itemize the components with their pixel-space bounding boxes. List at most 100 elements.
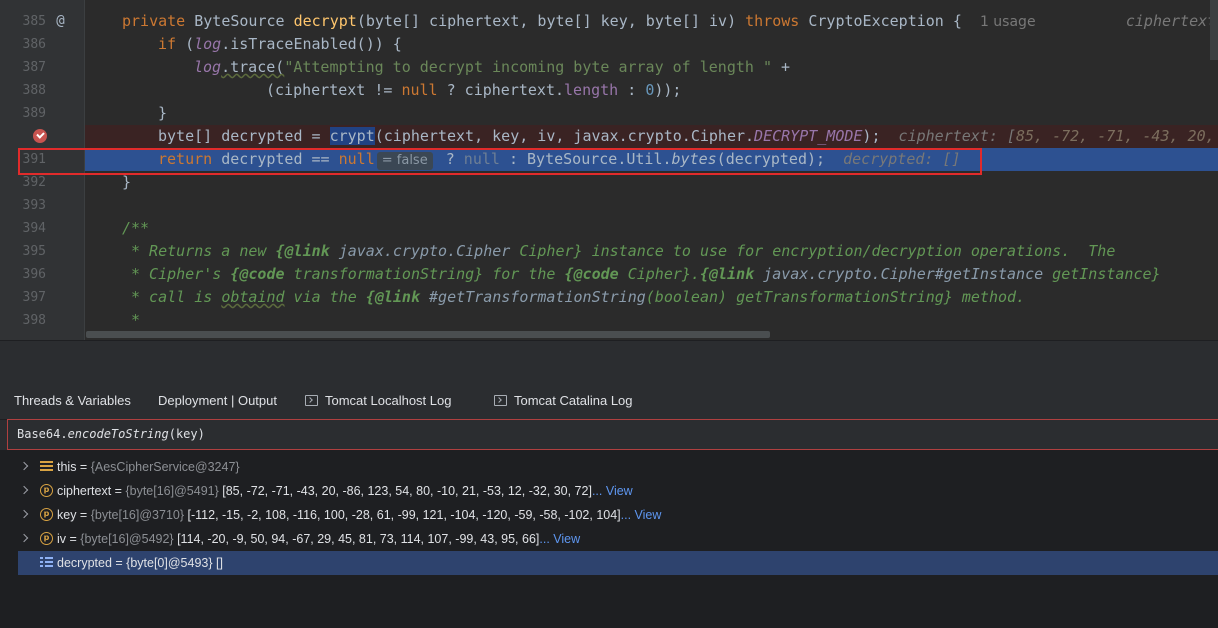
method-call: .trace(	[221, 58, 285, 76]
gutter-line[interactable]: 394	[0, 217, 84, 240]
variable-type: {byte[0]@5493}	[126, 556, 213, 570]
editor-gutter[interactable]: 385 @ 386 387 388 389 391 392 393 394 39…	[0, 0, 85, 340]
variable-value: [-112, -15, -2, 108, -116, 100, -28, 61,…	[184, 508, 621, 522]
doc-tag: {@link	[275, 242, 330, 260]
gutter-line[interactable]: 385 @	[0, 10, 84, 33]
code-editor[interactable]: 385 @ 386 387 388 389 391 392 393 394 39…	[0, 0, 1218, 340]
console-icon	[494, 395, 507, 406]
line-number: 385	[22, 14, 46, 29]
doc-comment: *	[131, 311, 141, 329]
expand-chevron-icon[interactable]	[19, 533, 29, 543]
code-text: : ByteSource.Util.	[499, 150, 672, 168]
variable-text: this = {AesCipherService@3247}	[57, 455, 240, 479]
constant-ref: DECRYPT_MODE	[754, 127, 863, 145]
signature: (byte[] ciphertext, byte[] key, byte[] i…	[356, 12, 737, 30]
variable-value: [85, -72, -71, -43, 20, -86, 123, 54, 80…	[218, 484, 592, 498]
keyword: throws	[745, 12, 800, 30]
view-link[interactable]: ... View	[621, 508, 662, 522]
code-text: }	[158, 104, 168, 122]
code-text: ));	[654, 81, 682, 99]
variables-tree[interactable]: this = {AesCipherService@3247} p ciphert…	[0, 450, 1218, 628]
selected-method[interactable]: crypt	[329, 127, 375, 145]
variable-eq: =	[76, 508, 91, 522]
variable-row-key[interactable]: p key = {byte[16]@3710} [-112, -15, -2, …	[18, 503, 1218, 527]
variable-value: []	[212, 556, 223, 570]
field-ref: log	[194, 35, 222, 53]
expand-chevron-icon[interactable]	[19, 485, 29, 495]
override-at-icon[interactable]: @	[53, 14, 68, 29]
inline-debug-hint: decrypted: []	[843, 150, 961, 168]
doc-comment: getInstance}	[1043, 265, 1161, 283]
code-line[interactable]: }	[85, 171, 1218, 194]
gutter-line[interactable]: 396	[0, 263, 84, 286]
gutter-line[interactable]	[0, 125, 84, 148]
gutter-line[interactable]: 395	[0, 240, 84, 263]
field-ref: log	[194, 58, 222, 76]
variable-row-this[interactable]: this = {AesCipherService@3247}	[18, 455, 1218, 479]
code-line[interactable]: private ByteSource decrypt(byte[] cipher…	[85, 10, 1218, 33]
gutter-line[interactable]: 388	[0, 79, 84, 102]
doc-comment: * Cipher's	[131, 265, 231, 283]
variable-name: key	[57, 508, 77, 522]
keyword: return	[158, 150, 213, 168]
horizontal-scrollbar[interactable]	[86, 331, 770, 338]
code-text: (decrypted);	[716, 150, 826, 168]
gutter-line[interactable]: 389	[0, 102, 84, 125]
code-text: (	[185, 35, 195, 53]
code-line[interactable]: /**	[85, 217, 1218, 240]
code-line[interactable]: * Cipher's {@code transformationString} …	[85, 263, 1218, 286]
tab-tomcat-catalina-log[interactable]: Tomcat Catalina Log	[494, 385, 633, 419]
gutter-line[interactable]: 397	[0, 286, 84, 309]
current-execution-line[interactable]: return decrypted == null = false ? null :…	[85, 148, 1218, 171]
line-number: 396	[22, 267, 46, 282]
code-text: ? ciphertext.	[437, 81, 565, 99]
code-line[interactable]: (ciphertext != null ? ciphertext.length …	[85, 79, 1218, 102]
gutter-line[interactable]: 386	[0, 33, 84, 56]
keyword: if	[158, 35, 177, 53]
breakpoint-icon[interactable]	[33, 129, 47, 143]
code-line[interactable]: * call is obtaind via the {@link #getTra…	[85, 286, 1218, 309]
tab-label: Tomcat Catalina Log	[514, 393, 633, 408]
code-text: );	[862, 127, 881, 145]
number-literal: 0	[645, 81, 655, 99]
variable-row-decrypted[interactable]: decrypted = {byte[0]@5493} []	[18, 551, 1218, 575]
view-link[interactable]: ... View	[539, 532, 580, 546]
evaluate-expression-field[interactable]: Base64.encodeToString(key)	[7, 419, 1218, 450]
variable-type: {byte[16]@5492}	[80, 532, 174, 546]
code-line[interactable]: if (log.isTraceEnabled()) {	[85, 33, 1218, 56]
code-line[interactable]: log.trace("Attempting to decrypt incomin…	[85, 56, 1218, 79]
gutter-line[interactable]: 387	[0, 56, 84, 79]
variable-text: iv = {byte[16]@5492} [114, -20, -9, 50, …	[57, 527, 580, 551]
gutter-line[interactable]: 392	[0, 171, 84, 194]
exception-type: CryptoException {	[808, 12, 962, 30]
expand-chevron-icon[interactable]	[19, 509, 29, 519]
vertical-scrollbar[interactable]	[1210, 0, 1218, 60]
variable-row-iv[interactable]: p iv = {byte[16]@5492} [114, -20, -9, 50…	[18, 527, 1218, 551]
code-area[interactable]: private ByteSource decrypt(byte[] cipher…	[85, 0, 1218, 340]
gutter-line[interactable]: 398	[0, 309, 84, 332]
code-line[interactable]: *	[85, 309, 1218, 332]
tab-label: Tomcat Localhost Log	[325, 393, 452, 408]
doc-comment: via the	[284, 288, 366, 306]
tab-deployment-output[interactable]: Deployment | Output	[158, 385, 277, 419]
tab-label: Deployment | Output	[158, 393, 277, 408]
tab-tomcat-localhost-log[interactable]: Tomcat Localhost Log	[305, 385, 451, 419]
line-number: 394	[22, 221, 46, 236]
variable-row-ciphertext[interactable]: p ciphertext = {byte[16]@5491} [85, -72,…	[18, 479, 1218, 503]
tab-threads-variables[interactable]: Threads & Variables	[14, 385, 131, 421]
variable-text: ciphertext = {byte[16]@5491} [85, -72, -…	[57, 479, 633, 503]
usage-hint[interactable]: 1 usage	[980, 14, 1036, 30]
code-line[interactable]: }	[85, 102, 1218, 125]
breakpoint-line[interactable]: byte[] decrypted = crypt(ciphertext, key…	[85, 125, 1218, 148]
line-number: 398	[22, 313, 46, 328]
field-list-icon	[40, 460, 53, 473]
gutter-line[interactable]: 393	[0, 194, 84, 217]
code-line[interactable]: * Returns a new {@link javax.crypto.Ciph…	[85, 240, 1218, 263]
variable-eq: =	[76, 460, 91, 474]
doc-ref: javax.crypto.Cipher	[754, 265, 935, 283]
console-icon	[305, 395, 318, 406]
expand-chevron-icon[interactable]	[19, 461, 29, 471]
gutter-line[interactable]: 391	[0, 148, 84, 171]
debug-panel: Threads & Variables Deployment | Output …	[0, 340, 1218, 628]
view-link[interactable]: ... View	[592, 484, 633, 498]
